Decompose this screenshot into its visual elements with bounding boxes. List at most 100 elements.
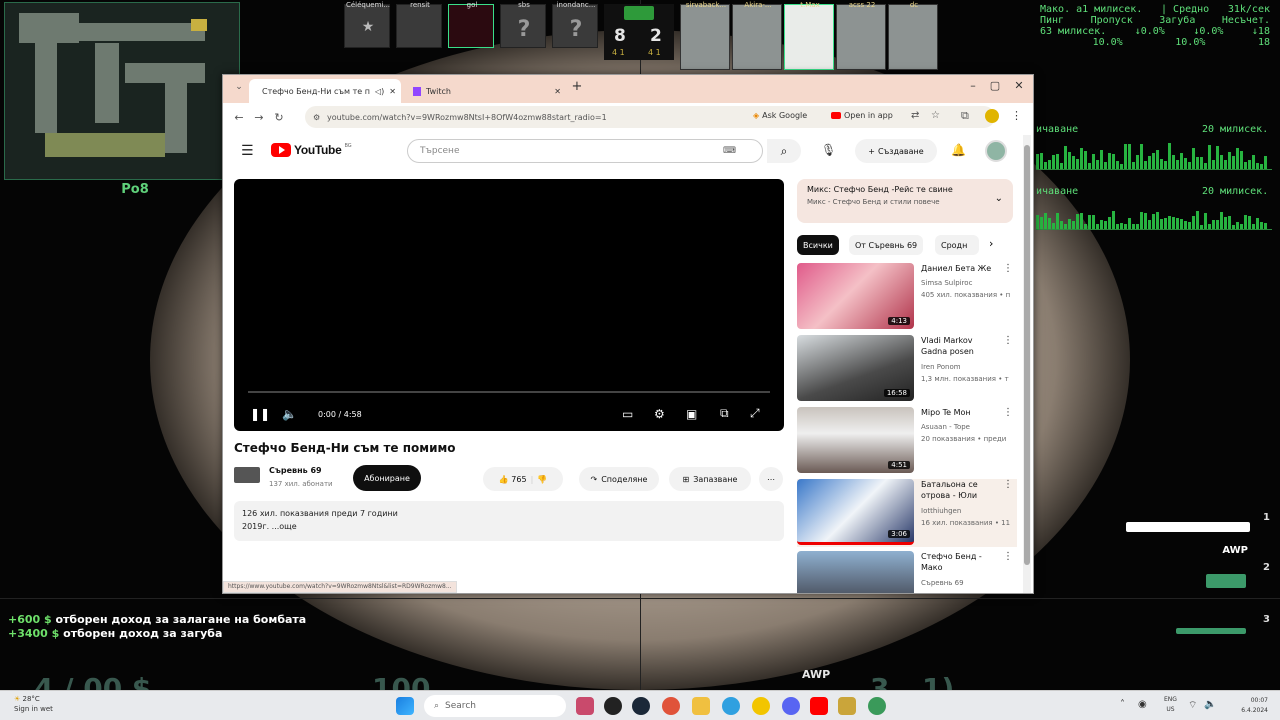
pause-icon[interactable]: ❚❚ — [250, 407, 270, 421]
notifications-bell-icon[interactable]: 🔔 — [951, 143, 966, 157]
chevron-right-icon[interactable]: › — [989, 237, 993, 250]
create-button[interactable]: + Създаване — [855, 139, 937, 163]
youtube-search-input[interactable]: Търсене ⌨ — [407, 139, 763, 163]
reload-button[interactable]: ↻ — [269, 111, 289, 124]
app-icon[interactable] — [576, 697, 594, 715]
maximize-button[interactable]: ▢ — [983, 79, 1007, 92]
recommended-video[interactable]: 4:13 Даниел Бета Же Simsa Sulpiroc 405 х… — [797, 263, 1017, 331]
system-clock[interactable]: 00:07 6.4.2024 — [1241, 696, 1268, 716]
video-thumbnail[interactable]: 16:58 — [797, 335, 914, 401]
weather-widget[interactable]: ☀ 28°C Sign in wet — [14, 694, 53, 714]
ask-google-chip[interactable]: ◈ Ask Google — [753, 111, 807, 120]
tab-twitch[interactable]: Twitch ✕ — [405, 79, 569, 103]
video-thumbnail[interactable]: 3:06 — [797, 479, 914, 545]
recommended-video[interactable]: 16:58 Vladi Markov Gadna posen Iren Pono… — [797, 335, 1017, 403]
bookmark-star-icon[interactable]: ☆ — [931, 110, 940, 121]
description-box[interactable]: 126 хил. показвания преди 7 години 2019г… — [234, 501, 784, 541]
kebab-menu-icon[interactable]: ⋮ — [1003, 335, 1013, 346]
graph-bar — [1256, 163, 1259, 169]
progress-bar[interactable] — [248, 391, 770, 393]
microphone-icon[interactable]: 🎙 — [821, 143, 836, 157]
close-icon[interactable]: ✕ — [389, 87, 396, 96]
save-button[interactable]: ⊞ Запазване — [669, 467, 751, 491]
youtube-logo[interactable]: YouTube BG — [271, 143, 352, 157]
video-thumbnail[interactable]: 4:13 — [797, 263, 914, 329]
settings-gear-icon[interactable]: ⚙ — [654, 407, 665, 421]
cast-icon[interactable]: ⧉ — [720, 406, 729, 421]
rec-title[interactable]: Стефчо Бенд - Мако — [921, 551, 1001, 573]
rec-title[interactable]: Mipo Te Мон — [921, 407, 1001, 418]
discord-icon[interactable] — [782, 697, 800, 715]
start-windows-icon[interactable] — [396, 697, 414, 715]
tray-app-icon[interactable]: ◉ — [1138, 699, 1147, 710]
back-button[interactable]: ← — [229, 111, 249, 124]
kebab-menu-icon[interactable]: ⋮ — [1003, 551, 1013, 562]
youtube-app-icon[interactable] — [810, 697, 828, 715]
dislike-button[interactable]: 👎 — [537, 475, 547, 484]
translate-icon[interactable]: ⇄ — [911, 110, 919, 121]
wifi-icon[interactable]: ⌔ — [1188, 699, 1197, 712]
volume-icon[interactable]: 🔈 — [282, 407, 297, 421]
close-window-button[interactable]: ✕ — [1007, 79, 1031, 92]
scrollbar-thumb[interactable] — [1024, 145, 1030, 565]
rec-title[interactable]: Даниел Бета Же — [921, 263, 1001, 274]
keyboard-icon[interactable]: ⌨ — [723, 146, 736, 156]
share-button[interactable]: ↷ Споделяне — [579, 467, 659, 491]
recommended-video[interactable]: 3:06 Батальона се отрова - Юли Iotthiuhg… — [797, 479, 1017, 547]
minimize-button[interactable]: – — [961, 79, 985, 92]
page-scrollbar[interactable] — [1023, 135, 1031, 593]
like-button[interactable]: 👍 765 — [499, 475, 527, 484]
tab-youtube[interactable]: Стефчо Бенд-Ни съм те п ◁) ✕ — [249, 79, 401, 103]
rec-title[interactable]: Батальона се отрова - Юли — [921, 479, 1001, 501]
channel-name[interactable]: Съревнь 69 — [269, 466, 322, 475]
rec-title[interactable]: Vladi Markov Gadna posen — [921, 335, 1001, 357]
fullscreen-icon[interactable]: ⤢ — [750, 406, 760, 421]
kebab-menu-icon[interactable]: ⋮ — [1003, 479, 1013, 490]
video-thumbnail[interactable]: 4:51 — [797, 407, 914, 473]
plus-icon: + — [868, 146, 875, 156]
subscribe-button[interactable]: Абониране — [353, 465, 421, 491]
file-explorer-icon[interactable] — [692, 697, 710, 715]
site-info-icon[interactable]: ⚙ — [313, 113, 320, 122]
graph-bar — [1064, 224, 1067, 229]
chevron-down-icon[interactable]: ⌄ — [995, 193, 1003, 204]
subtitles-icon[interactable]: ▭ — [622, 407, 633, 421]
recommended-video[interactable]: Стефчо Бенд - Мако Съревнь 69 ⋮ — [797, 551, 1017, 593]
profile-avatar[interactable] — [985, 109, 999, 123]
steam-icon[interactable] — [632, 697, 650, 715]
hamburger-menu-icon[interactable]: ☰ — [241, 143, 254, 159]
firefox-icon[interactable] — [662, 697, 680, 715]
open-in-app-chip[interactable]: Open in app — [831, 111, 893, 120]
forward-button[interactable]: → — [249, 111, 269, 124]
volume-icon[interactable]: 🔈 — [1204, 699, 1216, 710]
close-icon[interactable]: ✕ — [554, 87, 561, 96]
video-player[interactable]: ❚❚ 🔈 0:00 / 4:58 ▭ ⚙ ▣ ⧉ ⤢ — [234, 179, 784, 431]
cs2-icon[interactable] — [604, 697, 622, 715]
recommended-video[interactable]: 4:51 Mipo Te Мон Asuaan - Tope 20 показв… — [797, 407, 1017, 475]
more-actions-button[interactable]: ⋯ — [759, 467, 783, 491]
edge-icon[interactable] — [722, 697, 740, 715]
mix-playlist-card[interactable]: Микс: Стефчо Бенд -Рейс те свине Микс - … — [797, 179, 1013, 223]
t-player-slot: rensit — [396, 1, 442, 48]
kebab-menu-icon[interactable]: ⋮ — [1003, 263, 1013, 274]
chrome-icon[interactable] — [752, 697, 770, 715]
chip-from-channel[interactable]: От Съревнь 69 — [849, 235, 924, 255]
tab-search-icon[interactable]: ⌄ — [229, 82, 249, 92]
miniplayer-icon[interactable]: ▣ — [686, 407, 697, 421]
search-icon[interactable]: ⌕ — [767, 139, 801, 163]
chip-all[interactable]: Всички — [797, 235, 839, 255]
chip-related[interactable]: Сродн — [935, 235, 979, 255]
address-bar[interactable]: ⚙ youtube.com/watch?v=9WRozmw8NtsI+8OfW4… — [305, 106, 995, 128]
channel-avatar[interactable] — [234, 467, 260, 483]
video-thumbnail[interactable] — [797, 551, 914, 593]
new-tab-button[interactable]: + — [565, 79, 589, 94]
language-indicator[interactable]: ENG US — [1164, 695, 1177, 715]
app-icon[interactable] — [838, 697, 856, 715]
menu-kebab-icon[interactable]: ⋮ — [1011, 109, 1022, 122]
kebab-menu-icon[interactable]: ⋮ — [1003, 407, 1013, 418]
chrome-icon[interactable] — [868, 697, 886, 715]
tray-chevron-icon[interactable]: ˄ — [1120, 699, 1125, 710]
account-avatar[interactable] — [985, 140, 1007, 162]
extensions-icon[interactable]: ⧉ — [961, 109, 969, 123]
taskbar-search-box[interactable]: ⌕ Search — [424, 695, 566, 717]
